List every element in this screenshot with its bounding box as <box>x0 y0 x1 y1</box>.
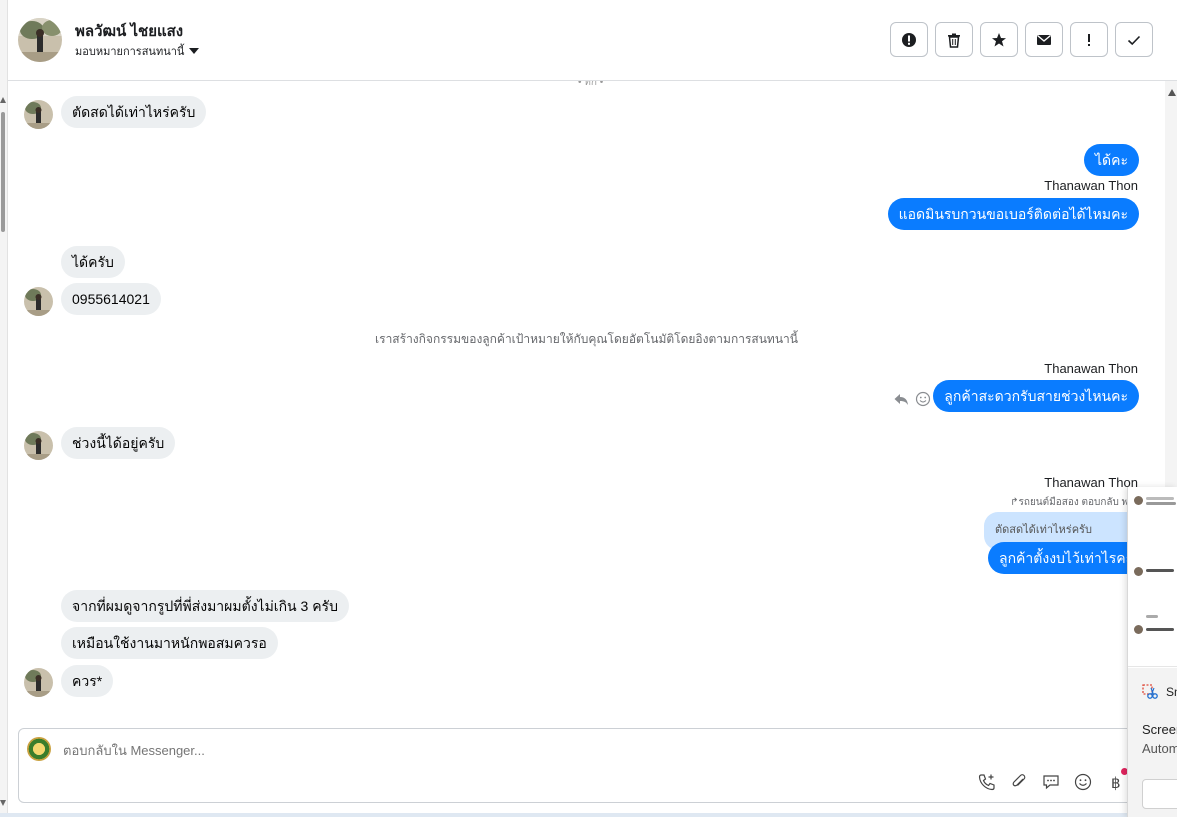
follow-up-button[interactable] <box>1070 22 1108 57</box>
page-logo-icon <box>27 737 51 761</box>
reply-meta: ↱รถยนต์มือสอง ตอบกลับ พลวั <box>1010 497 1140 508</box>
mark-spam-button[interactable] <box>890 22 928 57</box>
star-icon <box>992 32 1006 46</box>
incoming-message[interactable]: ช่วงนี้ได้อยู่ครับ <box>61 427 176 459</box>
scrollbar-thumb[interactable] <box>1 112 5 232</box>
preview-avatar <box>1134 496 1143 505</box>
attachment-icon <box>1012 774 1026 787</box>
scroll-down-arrow[interactable] <box>0 800 6 806</box>
left-scrollbar[interactable] <box>0 0 8 817</box>
emoji-icon <box>1074 773 1092 791</box>
incoming-message[interactable]: ตัดสดได้เท่าไหร่ครับ <box>61 96 207 128</box>
trash-icon <box>948 33 960 48</box>
sender-name: Thanawan Thon <box>1044 361 1138 376</box>
snipping-tool-notification[interactable]: Sn Screen Autom <box>1127 487 1177 817</box>
reply-input[interactable] <box>63 743 763 758</box>
reply-composer: ฿ <box>18 728 1148 803</box>
message-hover-actions <box>893 391 931 407</box>
svg-text:฿: ฿ <box>1111 774 1121 791</box>
assign-conversation-dropdown[interactable]: มอบหมายการสนทนานี้ <box>75 42 200 60</box>
composer-tools: ฿ <box>977 772 1125 792</box>
incoming-message[interactable]: จากที่ผมดูจากรูปที่พี่ส่งมาผมตั้งไม่เกิน… <box>61 590 349 622</box>
saved-replies-button[interactable] <box>1041 772 1061 792</box>
caret-down-icon <box>189 48 200 54</box>
preview-line <box>1146 569 1174 572</box>
contact-avatar[interactable] <box>18 18 62 62</box>
date-separator: • ทก • <box>578 81 604 88</box>
attach-file-button[interactable] <box>1009 772 1029 792</box>
reply-arrow-icon: ↱ <box>1010 497 1019 508</box>
mark-unread-button[interactable] <box>1025 22 1063 57</box>
message-list[interactable]: • ทก • ตัดสดได้เท่าไหร่ครับ ได้คะ Thanaw… <box>8 81 1165 726</box>
contact-name[interactable]: พลวัฒน์ ไชยแสง <box>75 19 183 43</box>
system-note: เราสร้างกิจกรรมของลูกค้าเป้าหมายให้กับคุ… <box>375 332 798 346</box>
toast-action-button[interactable] <box>1142 779 1177 809</box>
screenshot-preview[interactable] <box>1128 487 1177 667</box>
toast-app-label: Sn <box>1166 685 1177 699</box>
preview-line <box>1146 615 1158 618</box>
mark-done-button[interactable] <box>1115 22 1153 57</box>
preview-line <box>1146 502 1176 505</box>
incoming-message[interactable]: 0955614021 <box>61 283 161 315</box>
saved-reply-icon <box>1043 775 1059 790</box>
sender-name: Thanawan Thon <box>1044 475 1138 490</box>
exclamation-icon <box>1088 33 1090 46</box>
sender-name: Thanawan Thon <box>1044 178 1138 193</box>
outgoing-message[interactable]: แอดมินรบกวนขอเบอร์ติดต่อได้ไหมคะ <box>887 198 1139 230</box>
assign-label: มอบหมายการสนทนานี้ <box>75 46 185 58</box>
call-add-button[interactable] <box>977 772 997 792</box>
toast-subtitle: Autom <box>1142 741 1177 756</box>
scroll-up-arrow[interactable] <box>0 97 6 103</box>
outgoing-message[interactable]: ลูกค้าสะดวกรับสายช่วงไหนคะ <box>933 380 1139 412</box>
delete-button[interactable] <box>935 22 973 57</box>
star-button[interactable] <box>980 22 1018 57</box>
reply-icon[interactable] <box>893 391 909 407</box>
preview-avatar <box>1134 567 1143 576</box>
check-icon <box>1127 35 1141 45</box>
spam-icon <box>902 32 916 47</box>
bottom-strip <box>0 813 1177 817</box>
contact-avatar-small <box>24 100 53 129</box>
contact-avatar-small <box>24 668 53 697</box>
payment-button[interactable]: ฿ <box>1105 772 1125 792</box>
payment-icon: ฿ <box>1111 774 1121 791</box>
conversation-header: พลวัฒน์ ไชยแสง มอบหมายการสนทนานี้ <box>8 0 1177 81</box>
snipping-tool-icon <box>1142 684 1158 699</box>
toast-title: Screen <box>1142 722 1177 737</box>
mail-icon <box>1037 34 1051 45</box>
incoming-message[interactable]: ควร* <box>61 665 114 697</box>
header-actions <box>890 22 1153 57</box>
preview-line <box>1146 628 1174 631</box>
preview-line <box>1146 497 1174 500</box>
contact-avatar-small <box>24 431 53 460</box>
outgoing-message[interactable]: ได้คะ <box>1083 144 1139 176</box>
call-add-icon <box>978 774 995 791</box>
incoming-message[interactable]: ได้ครับ <box>61 246 125 278</box>
inbox-page: พลวัฒน์ ไชยแสง มอบหมายการสนทนานี้ • ทก •… <box>0 0 1177 817</box>
incoming-message[interactable]: เหมือนใช้งานมาหนักพอสมควรอ <box>61 627 278 659</box>
contact-avatar-small <box>24 287 53 316</box>
react-emoji-icon[interactable] <box>915 391 931 407</box>
emoji-button[interactable] <box>1073 772 1093 792</box>
scroll-up-arrow[interactable] <box>1168 89 1176 96</box>
preview-avatar <box>1134 625 1143 634</box>
